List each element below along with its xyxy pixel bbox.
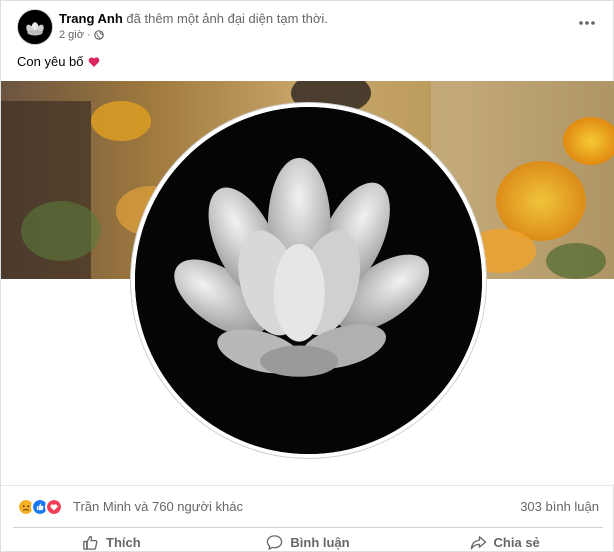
author-name-link[interactable]: Trang Anh <box>59 11 123 26</box>
post-action-text: đã thêm một ảnh đại diện tạm thời. <box>126 11 328 26</box>
reaction-icons[interactable] <box>17 498 63 516</box>
post-caption: Con yêu bố <box>17 54 100 70</box>
post-title-line: Trang Anh đã thêm một ảnh đại diện tạm t… <box>59 11 328 27</box>
thumbs-up-icon <box>83 535 98 550</box>
author-avatar[interactable] <box>17 9 53 45</box>
red-heart-icon <box>88 57 99 67</box>
caption-text: Con yêu bố <box>17 54 84 69</box>
post-actions: Thích Bình luận Chia sẻ <box>13 527 603 552</box>
share-icon <box>470 536 486 550</box>
meta-separator: · <box>86 29 91 41</box>
post-photo[interactable] <box>1 81 614 484</box>
like-label: Thích <box>106 535 141 550</box>
reactors-summary[interactable]: Trần Minh và 760 người khác <box>73 499 243 514</box>
post-card: Trang Anh đã thêm một ảnh đại diện tạm t… <box>0 0 614 552</box>
globe-icon[interactable] <box>93 30 104 40</box>
temporary-profile-picture[interactable] <box>131 103 486 458</box>
more-horizontal-icon <box>579 21 595 25</box>
love-reaction-icon <box>45 498 63 516</box>
more-options-button[interactable] <box>575 11 599 35</box>
lotus-avatar-image <box>18 10 52 44</box>
comment-label: Bình luận <box>290 535 350 550</box>
post-meta: 2 giờ · <box>59 29 104 41</box>
reactions-summary: Trần Minh và 760 người khác 303 bình luậ… <box>1 485 614 525</box>
share-button[interactable]: Chia sẻ <box>406 528 603 552</box>
share-label: Chia sẻ <box>493 535 540 550</box>
post-timestamp[interactable]: 2 giờ <box>59 29 84 41</box>
white-lotus-image <box>135 107 482 454</box>
like-button[interactable]: Thích <box>13 528 210 552</box>
post-header: Trang Anh đã thêm một ảnh đại diện tạm t… <box>1 1 614 51</box>
comment-icon <box>267 535 283 550</box>
comments-count[interactable]: 303 bình luận <box>520 499 599 514</box>
comment-button[interactable]: Bình luận <box>210 528 407 552</box>
